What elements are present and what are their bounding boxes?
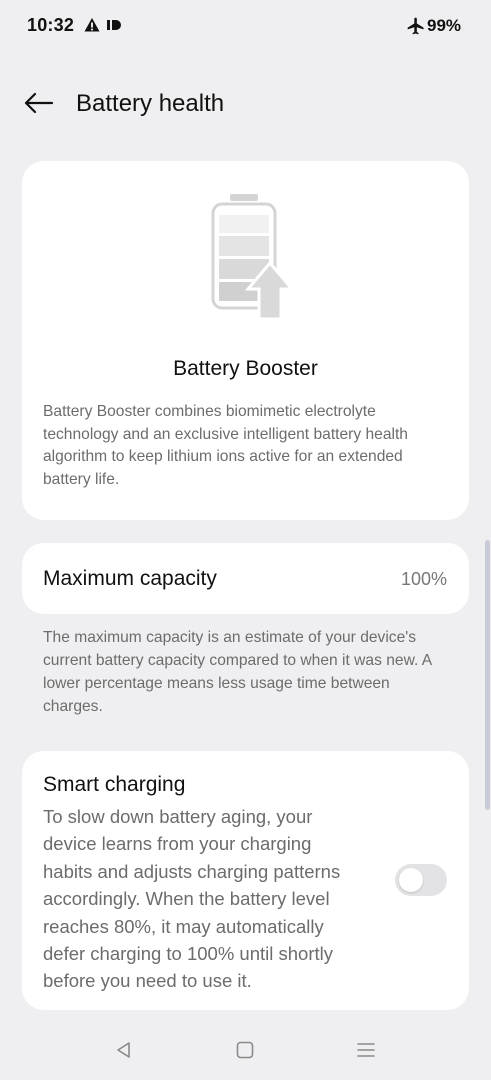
back-button[interactable] [18,86,58,120]
menu-lines-icon [357,1043,375,1057]
home-square-icon [236,1041,254,1059]
smart-charging-toggle[interactable] [395,864,447,896]
nav-back-button[interactable] [110,1036,138,1064]
smart-charging-description: To slow down battery aging, your device … [43,806,341,992]
id-icon [107,20,121,30]
app-bar: Battery health [0,74,491,134]
status-time: 10:32 [27,15,75,35]
back-triangle-icon [117,1042,130,1058]
smart-charging-card: Smart charging To slow down battery agin… [22,751,469,1010]
battery-booster-card: Battery Booster Battery Booster combines… [22,161,469,520]
booster-title: Battery Booster [173,357,318,380]
capacity-note: The maximum capacity is an estimate of y… [43,629,432,715]
capacity-value: 100% [400,569,447,589]
nav-recents-button[interactable] [352,1036,380,1064]
page-title: Battery health [76,90,225,117]
scroll-indicator[interactable] [485,540,490,810]
arrow-left-icon [24,92,54,114]
maximum-capacity-card: Maximum capacity 100% [22,543,469,614]
booster-description: Battery Booster combines biomimetic elec… [43,403,408,488]
battery-booster-icon [211,194,296,321]
capacity-label: Maximum capacity [43,567,217,590]
toggle-knob [399,868,423,892]
nav-home-button[interactable] [231,1036,259,1064]
warning-icon [84,18,100,32]
navigation-bar [0,1020,491,1080]
smart-charging-title: Smart charging [43,773,186,796]
battery-percent: 99% [427,16,462,35]
airplane-icon [407,17,424,35]
status-bar: 10:32 99% [0,0,491,54]
